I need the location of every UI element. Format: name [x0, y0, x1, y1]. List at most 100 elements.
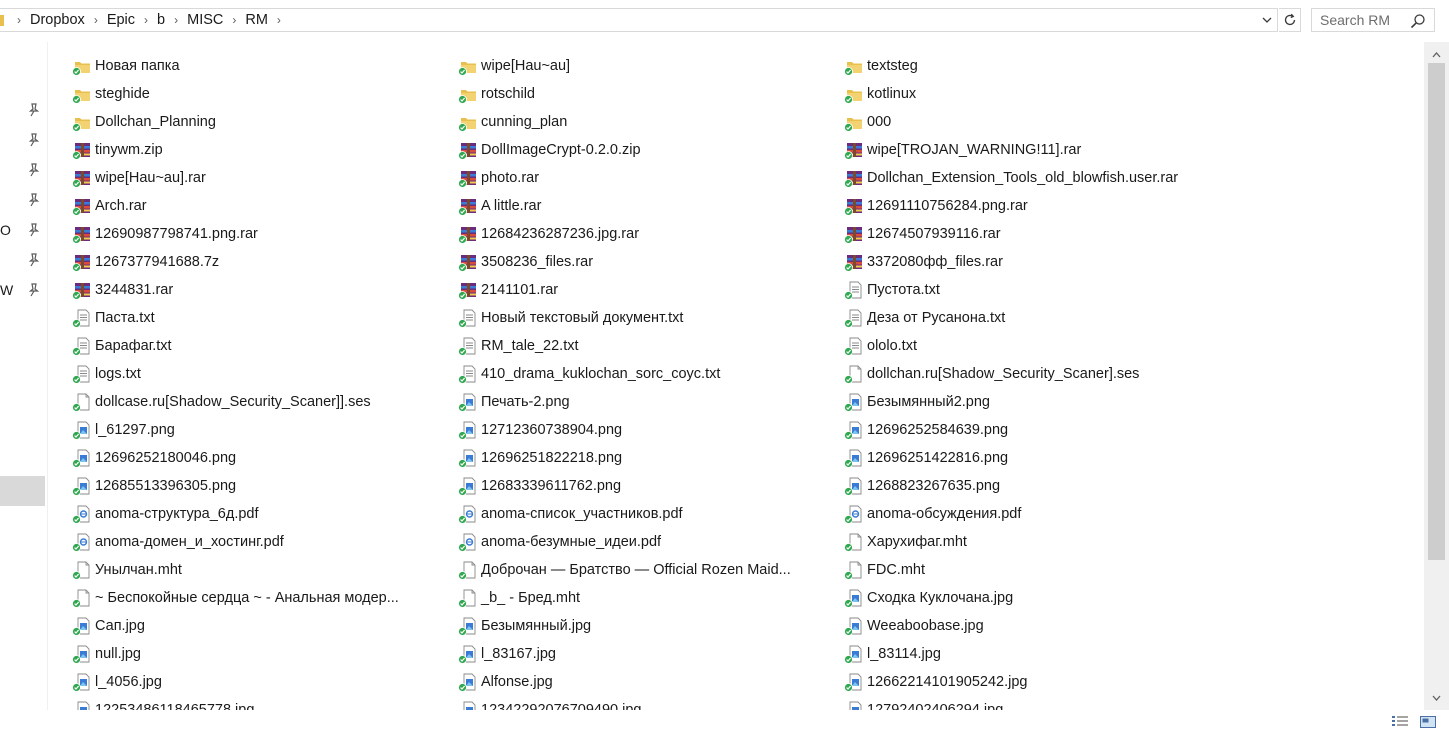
refresh-button[interactable]: [1279, 8, 1301, 32]
file-item[interactable]: textsteg: [844, 52, 1178, 80]
file-item[interactable]: 12690987798741.png.rar: [72, 220, 399, 248]
large-icons-view-icon[interactable]: [1419, 714, 1437, 730]
breadcrumb-separator-icon[interactable]: ›: [268, 13, 290, 27]
file-item[interactable]: null.jpg: [72, 640, 399, 668]
search-icon[interactable]: [1410, 13, 1426, 29]
file-item[interactable]: anoma-домен_и_хостинг.pdf: [72, 528, 399, 556]
file-item[interactable]: 12683339611762.png: [458, 472, 791, 500]
nav-item-label-w[interactable]: W: [0, 282, 13, 298]
file-item[interactable]: Dollchan_Planning: [72, 108, 399, 136]
file-item[interactable]: Arch.rar: [72, 192, 399, 220]
file-item[interactable]: Барафаг.txt: [72, 332, 399, 360]
file-item[interactable]: Пустота.txt: [844, 276, 1178, 304]
file-item[interactable]: dollchan.ru[Shadow_Security_Scaner].ses: [844, 360, 1178, 388]
file-item[interactable]: anoma-безумные_идеи.pdf: [458, 528, 791, 556]
file-item[interactable]: Новый текстовый документ.txt: [458, 304, 791, 332]
search-input[interactable]: [1320, 11, 1408, 29]
file-item[interactable]: 1268823267635.png: [844, 472, 1178, 500]
pin-icon[interactable]: [27, 103, 41, 117]
file-item[interactable]: Печать-2.png: [458, 388, 791, 416]
vertical-scrollbar[interactable]: [1424, 42, 1449, 710]
nav-item-label-o[interactable]: O: [0, 222, 11, 238]
breadcrumb-item[interactable]: › Epic: [85, 12, 135, 28]
file-item[interactable]: dollcase.ru[Shadow_Security_Scaner]].ses: [72, 388, 399, 416]
file-item[interactable]: ololo.txt: [844, 332, 1178, 360]
file-item[interactable]: Харухифаг.mht: [844, 528, 1178, 556]
file-item[interactable]: 12696251422816.png: [844, 444, 1178, 472]
file-item[interactable]: 12674507939116.rar: [844, 220, 1178, 248]
breadcrumb-separator-icon[interactable]: ›: [135, 13, 157, 27]
file-item[interactable]: Безымянный.jpg: [458, 612, 791, 640]
file-item[interactable]: Деза от Русанона.txt: [844, 304, 1178, 332]
file-item[interactable]: wipe[Hau~au].rar: [72, 164, 399, 192]
file-item[interactable]: 12696252584639.png: [844, 416, 1178, 444]
file-item[interactable]: Унылчан.mht: [72, 556, 399, 584]
file-item[interactable]: wipe[TROJAN_WARNING!11].rar: [844, 136, 1178, 164]
file-item[interactable]: photo.rar: [458, 164, 791, 192]
file-item[interactable]: l_83167.jpg: [458, 640, 791, 668]
breadcrumb-separator-icon[interactable]: ›: [8, 13, 30, 27]
scroll-up-button[interactable]: [1428, 46, 1445, 63]
file-item[interactable]: _b_ - Бред.mht: [458, 584, 791, 612]
file-item[interactable]: l_4056.jpg: [72, 668, 399, 696]
details-view-icon[interactable]: [1391, 714, 1409, 730]
file-item[interactable]: anoma-обсуждения.pdf: [844, 500, 1178, 528]
address-history-button[interactable]: [1257, 9, 1277, 31]
file-item[interactable]: Безымянный2.png: [844, 388, 1178, 416]
file-item[interactable]: 3508236_files.rar: [458, 248, 791, 276]
pin-icon[interactable]: [27, 193, 41, 207]
address-bar[interactable]: › Dropbox › Epic › b › MISC › RM ›: [0, 8, 1278, 32]
search-box[interactable]: [1311, 8, 1435, 32]
file-item[interactable]: l_83114.jpg: [844, 640, 1178, 668]
file-item[interactable]: Паста.txt: [72, 304, 399, 332]
scroll-down-button[interactable]: [1428, 689, 1445, 706]
breadcrumb-separator-icon[interactable]: ›: [85, 13, 107, 27]
file-item[interactable]: Сходка Куклочана.jpg: [844, 584, 1178, 612]
file-item[interactable]: Доброчан — Братство — Official Rozen Mai…: [458, 556, 791, 584]
file-item[interactable]: A little.rar: [458, 192, 791, 220]
file-item[interactable]: wipe[Hau~au]: [458, 52, 791, 80]
file-item[interactable]: 12712360738904.png: [458, 416, 791, 444]
file-item[interactable]: 12253486118465778.jpg: [72, 696, 399, 710]
breadcrumb-item[interactable]: › RM: [223, 12, 268, 28]
pin-icon[interactable]: [27, 133, 41, 147]
file-item[interactable]: anoma-список_участников.pdf: [458, 500, 791, 528]
file-item[interactable]: 12684236287236.jpg.rar: [458, 220, 791, 248]
file-item[interactable]: cunning_plan: [458, 108, 791, 136]
file-item[interactable]: 12691110756284.png.rar: [844, 192, 1178, 220]
pin-icon[interactable]: [27, 253, 41, 267]
scroll-thumb[interactable]: [1428, 63, 1445, 560]
file-item[interactable]: 12696251822218.png: [458, 444, 791, 472]
file-item[interactable]: kotlinux: [844, 80, 1178, 108]
breadcrumb-item[interactable]: › Dropbox: [8, 12, 85, 28]
file-item[interactable]: anoma-структура_6д.pdf: [72, 500, 399, 528]
file-item[interactable]: FDC.mht: [844, 556, 1178, 584]
file-item[interactable]: steghide: [72, 80, 399, 108]
file-item[interactable]: Alfonse.jpg: [458, 668, 791, 696]
file-item[interactable]: 3244831.rar: [72, 276, 399, 304]
nav-selected-item[interactable]: [0, 476, 45, 506]
file-item[interactable]: ~ Беспокойные сердца ~ - Анальная модер.…: [72, 584, 399, 612]
file-item[interactable]: 12685513396305.png: [72, 472, 399, 500]
pin-icon[interactable]: [27, 163, 41, 177]
file-item[interactable]: 1267377941688.7z: [72, 248, 399, 276]
file-item[interactable]: 12696252180046.png: [72, 444, 399, 472]
file-item[interactable]: 12792402406294.jpg: [844, 696, 1178, 710]
pin-icon[interactable]: [27, 223, 41, 237]
breadcrumb-item[interactable]: › b: [135, 12, 165, 28]
file-item[interactable]: 2141101.rar: [458, 276, 791, 304]
file-item[interactable]: l_61297.png: [72, 416, 399, 444]
file-item[interactable]: 12342292076709490.jpg: [458, 696, 791, 710]
file-item[interactable]: 000: [844, 108, 1178, 136]
file-item[interactable]: RM_tale_22.txt: [458, 332, 791, 360]
breadcrumb-separator-icon[interactable]: ›: [165, 13, 187, 27]
file-item[interactable]: 12662214101905242.jpg: [844, 668, 1178, 696]
file-item[interactable]: DollImageCrypt-0.2.0.zip: [458, 136, 791, 164]
file-item[interactable]: Новая папка: [72, 52, 399, 80]
file-item[interactable]: 410_drama_kuklochan_sorc_coyc.txt: [458, 360, 791, 388]
file-item[interactable]: rotschild: [458, 80, 791, 108]
file-item[interactable]: Dollchan_Extension_Tools_old_blowfish.us…: [844, 164, 1178, 192]
file-item[interactable]: tinywm.zip: [72, 136, 399, 164]
pin-icon[interactable]: [27, 283, 41, 297]
file-item[interactable]: Weeaboobase.jpg: [844, 612, 1178, 640]
